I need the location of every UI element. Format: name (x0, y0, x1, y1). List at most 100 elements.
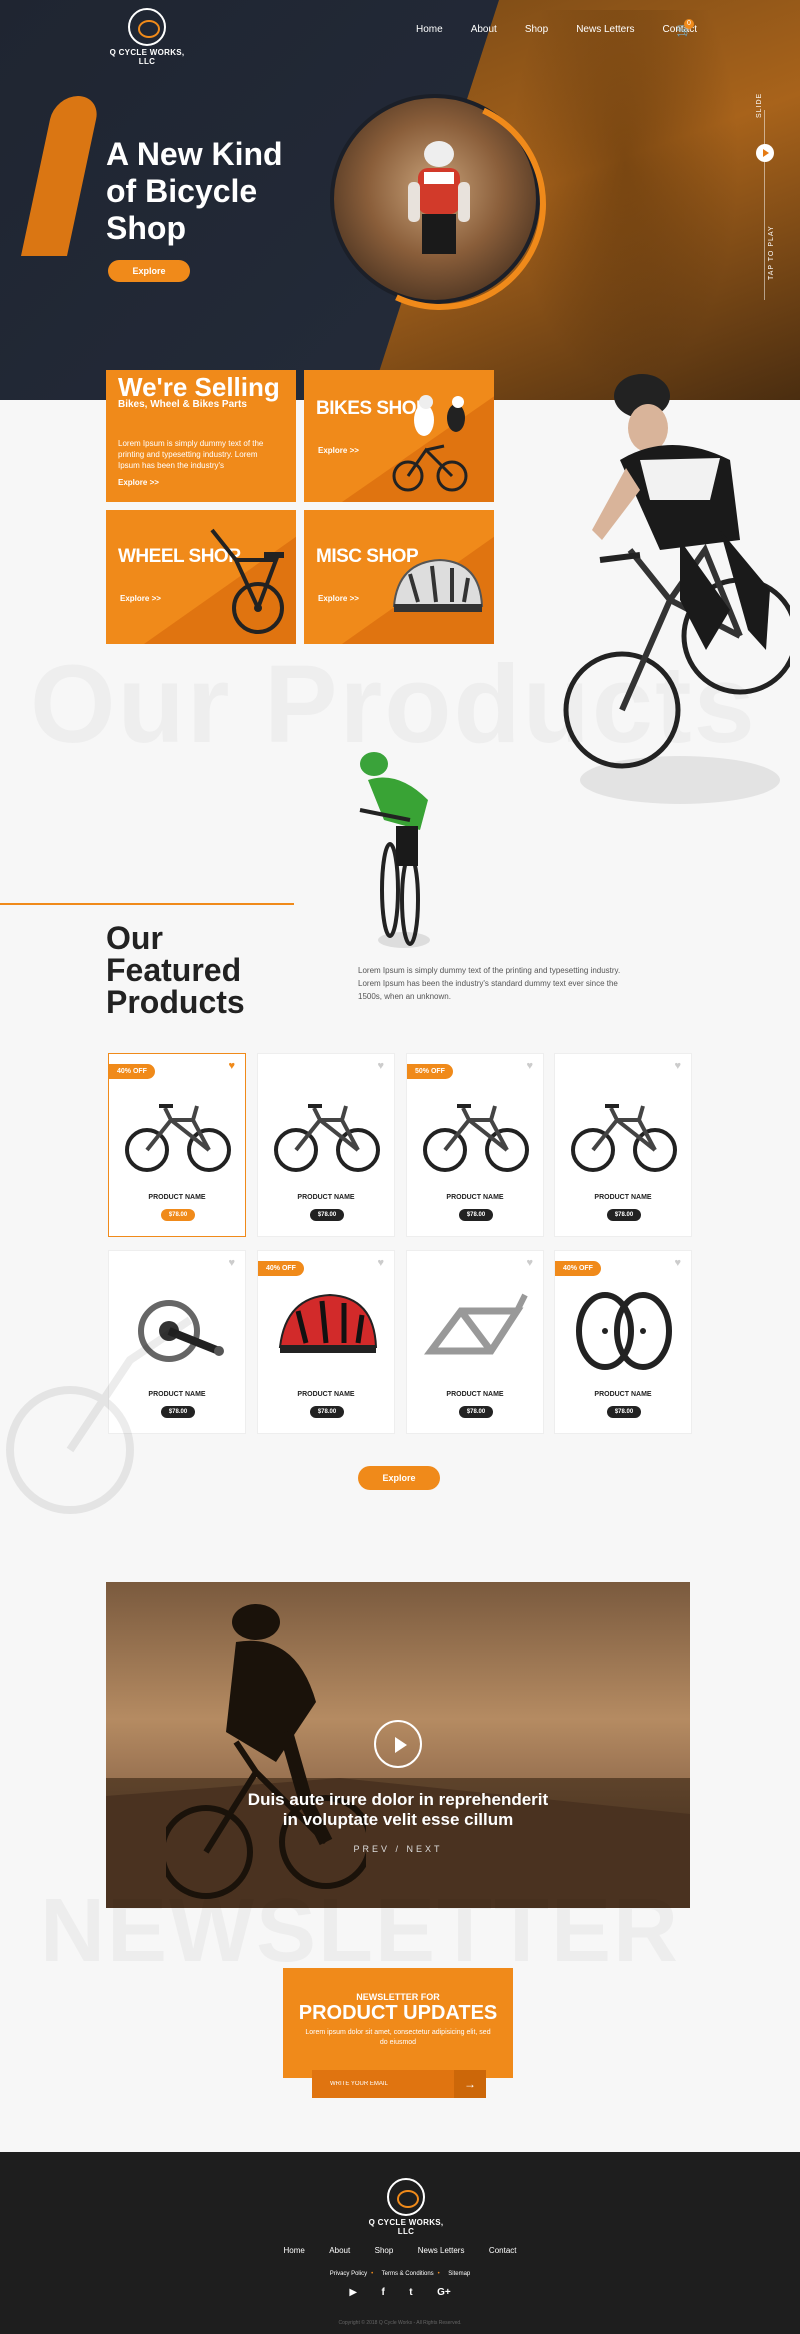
featured-accent-line (0, 903, 294, 905)
video-caption-line-1: Duis aute irure dolor in reprehenderit (247, 1790, 549, 1809)
video-caption: Duis aute irure dolor in reprehenderit i… (106, 1790, 690, 1830)
footer-nav-home[interactable]: Home (283, 2246, 304, 2255)
mountain-bike-icon (210, 528, 284, 634)
wheel-shop-explore[interactable]: Explore >> (120, 594, 161, 603)
slide-indicator-line (764, 110, 765, 300)
product-card[interactable]: 40% OFF ♥ PRODUCT NAME $78.00 (257, 1250, 395, 1434)
footer-logo[interactable]: Q CYCLE WORKS, LLC (365, 2178, 447, 2236)
heart-icon[interactable]: ♥ (674, 1060, 681, 1072)
product-name: PRODUCT NAME (594, 1194, 652, 1201)
logo[interactable]: Q CYCLE WORKS, LLC (106, 8, 188, 66)
newsletter-box: NEWSLETTER FOR PRODUCT UPDATES Lorem ips… (283, 1968, 513, 2078)
logo-bike-icon (128, 8, 166, 46)
video-play-icon[interactable] (374, 1720, 422, 1768)
youtube-icon[interactable]: ▶ (349, 2287, 357, 2298)
tap-to-play-label: TAP TO PLAY (768, 225, 775, 280)
hero-explore-button[interactable]: Explore (108, 260, 190, 282)
logo-text: Q CYCLE WORKS, LLC (109, 48, 185, 66)
product-price: $78.00 (310, 1209, 344, 1221)
card-wheel-shop[interactable]: WHEEL SHOP Explore >> (106, 510, 296, 644)
featured-description: Lorem Ipsum is simply dummy text of the … (358, 966, 621, 1001)
newsletter-email-input[interactable] (312, 2070, 454, 2098)
product-card[interactable]: 40% OFF ♥ PRODUCT NAME $78.00 (554, 1250, 692, 1434)
video-caption-line-2: in voluptate velit esse cillum (282, 1810, 514, 1829)
hero-orange-shape (20, 96, 102, 256)
heart-icon[interactable]: ♥ (228, 1257, 235, 1269)
slide-label: SLIDE (756, 92, 763, 118)
product-name: PRODUCT NAME (446, 1391, 504, 1398)
product-card[interactable]: 40% OFF ♥ PRODUCT NAME $78.00 (108, 1053, 246, 1237)
helmet-icon (392, 558, 484, 612)
hero-title: A New Kind of Bicycle Shop (106, 136, 283, 246)
facebook-icon[interactable]: f (381, 2287, 384, 2298)
nav-about[interactable]: About (471, 24, 497, 35)
discount-badge: 50% OFF (407, 1064, 453, 1079)
green-cyclist-image (359, 752, 430, 948)
misc-shop-explore[interactable]: Explore >> (318, 594, 359, 603)
nav-shop[interactable]: Shop (525, 24, 548, 35)
heart-icon[interactable]: ♥ (377, 1257, 384, 1269)
discount-badge: 40% OFF (109, 1064, 155, 1079)
product-price: $78.00 (607, 1406, 641, 1418)
card-bikes-shop[interactable]: BIKES SHOP Explore >> (304, 370, 494, 502)
discount-badge: 40% OFF (555, 1261, 601, 1276)
products-explore-button[interactable]: Explore (358, 1466, 440, 1490)
product-price: $78.00 (161, 1209, 195, 1221)
footer-legal-links: Privacy Policy • Terms & Conditions • Site… (329, 2271, 471, 2277)
terms-link[interactable]: Terms & Conditions (382, 2271, 434, 2277)
selling-description: Lorem Ipsum is simply dummy text of the … (118, 439, 264, 470)
nav-news-letters[interactable]: News Letters (576, 24, 634, 35)
product-card[interactable]: ♥ PRODUCT NAME $78.00 (257, 1053, 395, 1237)
footer-logo-text: Q CYCLE WORKS, LLC (368, 2218, 444, 2236)
newsletter-kicker: NEWSLETTER FOR (356, 1992, 440, 2002)
product-name: PRODUCT NAME (594, 1391, 652, 1398)
product-card[interactable]: ♥ PRODUCT NAME $78.00 (554, 1053, 692, 1237)
product-card[interactable]: 50% OFF ♥ PRODUCT NAME $78.00 (406, 1053, 544, 1237)
heart-icon[interactable]: ♥ (377, 1060, 384, 1072)
mountain-biker-silhouette (166, 1604, 366, 1899)
product-price: $78.00 (607, 1209, 641, 1221)
heart-icon[interactable]: ♥ (526, 1257, 533, 1269)
heart-icon[interactable]: ♥ (674, 1257, 681, 1269)
product-price: $78.00 (310, 1406, 344, 1418)
product-price: $78.00 (459, 1406, 493, 1418)
heart-icon[interactable]: ♥ (526, 1060, 533, 1072)
twitter-icon[interactable]: t (409, 2287, 412, 2298)
bg-bike-watermark (0, 1260, 210, 1520)
video-player[interactable]: Duis aute irure dolor in reprehenderit i… (106, 1582, 690, 1908)
footer-nav: Home About Shop News Letters Contact (0, 2240, 800, 2258)
footer-nav-shop[interactable]: Shop (375, 2246, 394, 2255)
card-misc-shop[interactable]: MISC SHOP Explore >> (304, 510, 494, 644)
product-card[interactable]: ♥ PRODUCT NAME $78.00 (406, 1250, 544, 1434)
footer-nav-news-letters[interactable]: News Letters (418, 2246, 465, 2255)
product-name: PRODUCT NAME (297, 1194, 355, 1201)
product-price: $78.00 (459, 1209, 493, 1221)
cart-count-badge: 0 (684, 19, 694, 29)
product-name: PRODUCT NAME (148, 1194, 206, 1201)
product-name: PRODUCT NAME (446, 1194, 504, 1201)
sitemap-link[interactable]: Sitemap (448, 2271, 470, 2277)
newsletter-submit-button[interactable]: → (454, 2070, 486, 2098)
selling-subtitle: Bikes, Wheel & Bikes Parts (118, 399, 247, 410)
bikes-racers-icon (392, 395, 468, 492)
social-links: ▶ f t G+ (0, 2282, 800, 2300)
footer: Q CYCLE WORKS, LLC Home About Shop News … (0, 2152, 800, 2334)
bikes-shop-explore[interactable]: Explore >> (318, 446, 359, 455)
featured-cyclist-image (563, 374, 790, 804)
privacy-policy-link[interactable]: Privacy Policy (330, 2271, 367, 2277)
newsletter-description: Lorem ipsum dolor sit amet, consectetur … (305, 2029, 491, 2046)
newsletter-title: PRODUCT UPDATES (298, 2002, 498, 2024)
featured-title: Our Featured Products (106, 920, 245, 1020)
discount-badge: 40% OFF (258, 1261, 304, 1276)
video-prev-next[interactable]: PREV / NEXT (106, 1844, 690, 1854)
google-plus-icon[interactable]: G+ (437, 2287, 451, 2298)
heart-icon[interactable]: ♥ (228, 1060, 235, 1072)
nav-home[interactable]: Home (416, 24, 443, 35)
product-name: PRODUCT NAME (297, 1391, 355, 1398)
selling-explore-link[interactable]: Explore >> (118, 478, 159, 487)
play-icon[interactable] (756, 144, 774, 162)
copyright-text: Copyright © 2018 Q Cycle Works - All Rig… (338, 2320, 462, 2326)
footer-nav-contact[interactable]: Contact (489, 2246, 517, 2255)
footer-nav-about[interactable]: About (329, 2246, 350, 2255)
footer-logo-bike-icon (387, 2178, 425, 2216)
